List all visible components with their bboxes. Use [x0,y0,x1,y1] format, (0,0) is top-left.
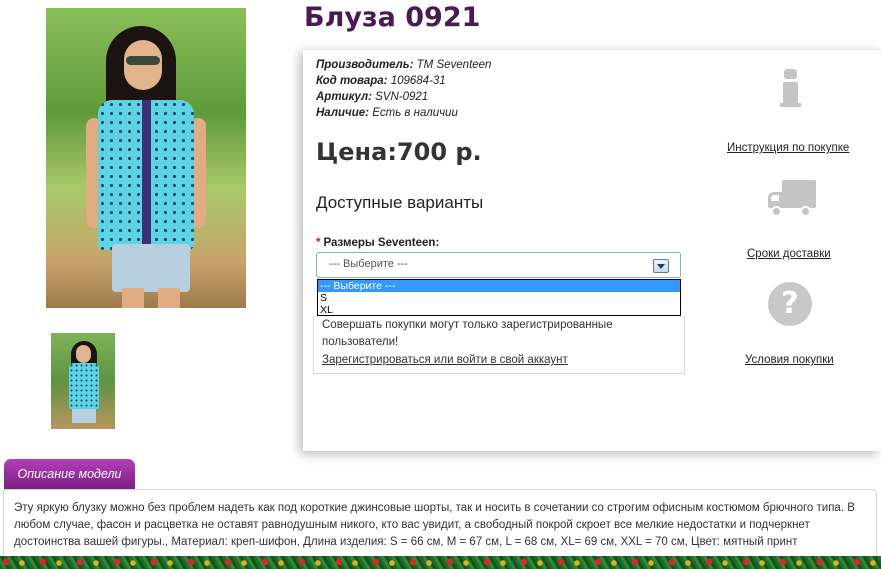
terms-item: Условия покупки [745,354,834,366]
photo-leg-left [122,288,144,308]
size-select-value: --- Выберите --- [329,258,408,270]
instructions-link[interactable]: Инструкция по покупке [727,142,849,154]
delivery-link[interactable]: Сроки доставки [747,248,831,260]
info-icon-dot [784,69,797,79]
photo-face [124,40,162,90]
login-notice-text: Совершать покупки могут только зарегистр… [322,319,613,348]
photo-blouse-placket [142,100,151,250]
variants-heading: Доступные варианты [316,193,484,212]
truck-icon-wheel [771,206,782,217]
product-title: Блуза 0921 [304,2,481,33]
thumb-shorts [72,409,96,423]
size-dropdown-list: --- Выберите --- S XL [317,279,681,316]
question-icon[interactable]: ? [768,282,812,326]
size-label: * Размеры Seventeen: [316,237,440,249]
photo-sunglasses [126,56,160,65]
tab-description[interactable]: Описание модели [4,459,135,490]
delivery-item: Сроки доставки [747,248,831,260]
instructions-item: Инструкция по покупке [727,142,849,154]
product-thumbnail[interactable] [51,333,115,429]
size-select[interactable]: --- Выберите --- [316,252,681,278]
product-meta: Производитель: TM Seventeen Код товара: … [316,57,491,121]
thumb-face [76,345,91,363]
truck-icon-window [771,195,779,201]
login-notice: Совершать покупки могут только зарегистр… [313,316,685,374]
holiday-garland-decoration [0,556,881,569]
photo-leg-right [158,288,180,308]
meta-manufacturer: Производитель: TM Seventeen [316,59,492,71]
dropdown-arrow-icon[interactable] [653,259,669,273]
size-option[interactable]: --- Выберите --- [318,280,680,292]
meta-availability: Наличие: Есть в наличии [316,107,458,119]
truck-icon-box [782,180,816,208]
product-main-photo[interactable] [46,8,246,308]
required-mark: * [316,237,321,249]
info-icon[interactable] [780,69,802,109]
register-login-link[interactable]: Зарегистрироваться или войти в свой акка… [322,352,568,369]
thumb-blouse [69,363,99,411]
terms-link[interactable]: Условия покупки [745,354,834,366]
truck-icon[interactable] [768,180,816,220]
photo-shorts [112,244,190,292]
meta-product-code: Код товара: 109684-31 [316,75,446,87]
size-option[interactable]: S [318,292,680,304]
info-icon-bar [780,82,801,107]
truck-icon-wheel [800,206,811,217]
description-text: Эту яркую блузку можно без проблем надет… [14,502,855,548]
size-option[interactable]: XL [318,304,680,316]
product-price: Цена:700 р. [316,138,482,166]
meta-sku: Артикул: SVN-0921 [316,91,429,103]
